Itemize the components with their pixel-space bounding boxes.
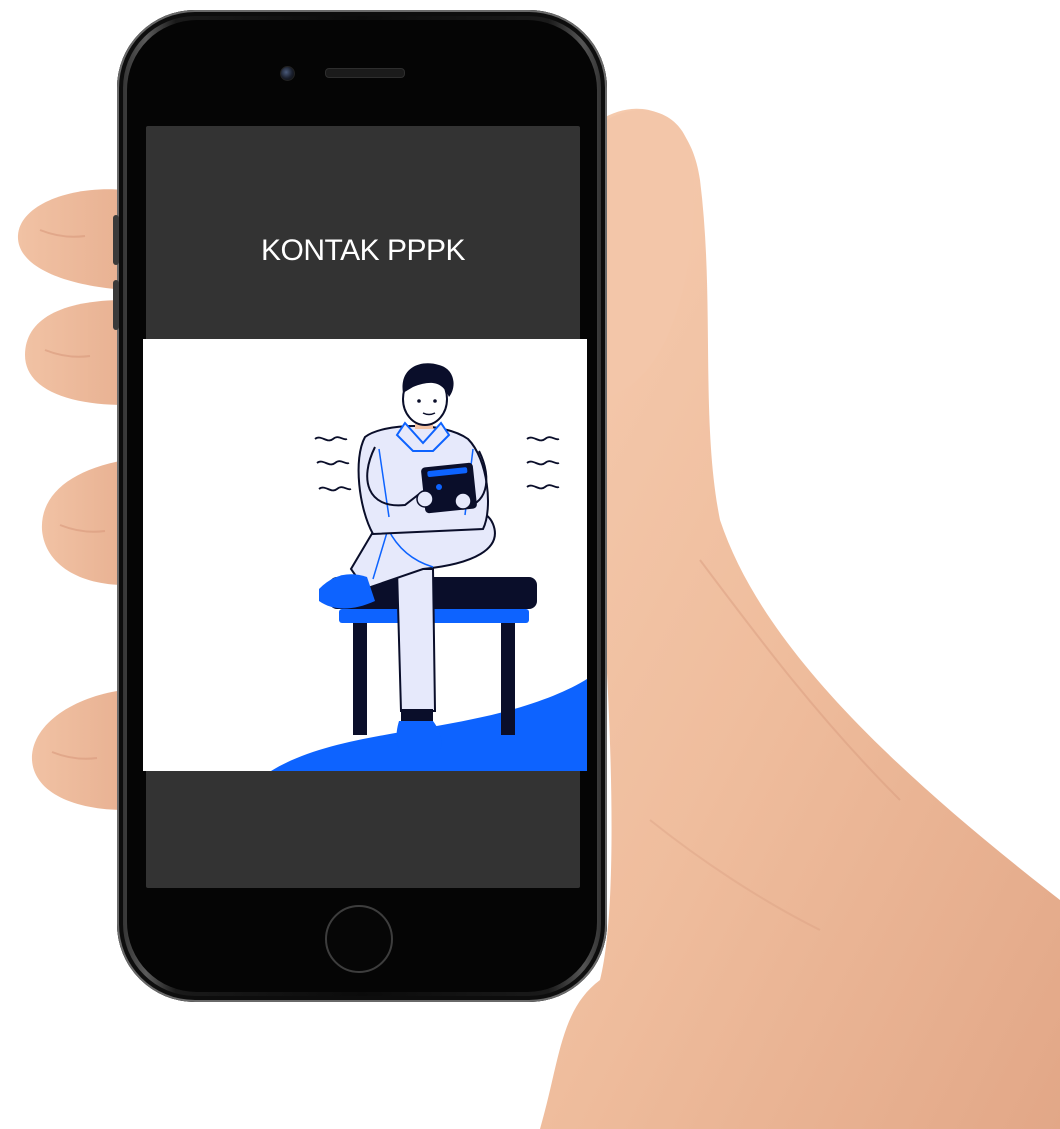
volume-up-button[interactable] (113, 215, 119, 265)
camera-lens-icon (280, 66, 295, 81)
volume-down-button[interactable] (113, 280, 119, 330)
stage: KONTAK PPPK (0, 0, 1060, 1129)
home-button-icon[interactable] (325, 905, 393, 973)
man-sitting-with-tablet-illustration (271, 363, 587, 771)
illustration-panel (143, 339, 587, 771)
screen-title: KONTAK PPPK (260, 234, 466, 267)
speaker-grille-icon (325, 68, 405, 78)
